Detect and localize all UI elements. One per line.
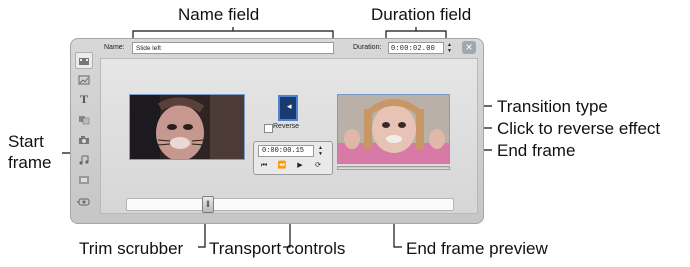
settings-icon[interactable] [76,194,92,209]
close-button[interactable]: × [462,41,476,54]
callout-name-field: Name field [178,5,260,24]
callout-end-frame: End frame [497,141,576,160]
loop-icon[interactable]: ⟳ [311,161,325,171]
start-frame [129,94,245,160]
callout-transition-type: Transition type [497,97,608,116]
chevron-down-icon[interactable]: ▼ [317,151,324,157]
duration-field[interactable]: 0:00:02.00 [388,42,444,54]
end-frame-image [338,95,449,163]
duration-spinner[interactable]: ▲ ▼ [446,42,453,54]
duration-label: Duration: [353,44,382,51]
callout-duration-field: Duration field [371,5,472,24]
image-icon[interactable] [76,72,92,87]
transition-icon[interactable] [76,112,92,127]
title-icon[interactable]: T [76,92,92,107]
reverse-checkbox[interactable] [264,124,273,133]
effects-icon[interactable] [76,172,92,187]
skip-back-icon[interactable]: ⏮ [257,161,271,171]
callout-trim-scrubber: Trim scrubber [79,239,184,258]
transition-type-icon[interactable]: ◂ [278,95,298,121]
trim-scrubber-track[interactable] [126,198,454,211]
camera-icon[interactable] [76,132,92,147]
name-field[interactable]: Slide left [132,42,334,54]
timecode-spinner[interactable]: ▲ ▼ [317,145,324,157]
editor-sidebar: T [72,48,96,214]
step-back-icon[interactable]: ⏪ [275,161,289,171]
video-clip-icon[interactable] [75,52,93,69]
callout-end-frame-preview: End frame preview [406,239,548,258]
callout-start-frame-line2: frame [8,153,52,172]
audio-icon[interactable] [76,152,92,167]
trim-scrubber-handle[interactable]: ‖ [202,196,214,213]
callout-transport-controls: Transport controls [209,239,346,258]
end-frame-preview-strip [337,166,450,170]
name-label: Name: [104,44,125,51]
chevron-down-icon[interactable]: ▼ [446,48,453,54]
reverse-label: Reverse [273,123,300,130]
start-frame-image [130,95,244,159]
callout-reverse-effect: Click to reverse effect [497,119,661,138]
end-frame [337,94,450,164]
play-icon[interactable]: ▶ [293,161,307,171]
callout-start-frame-line1: Start [8,132,44,151]
timecode-field[interactable]: 0:00:00.15 [258,145,314,157]
